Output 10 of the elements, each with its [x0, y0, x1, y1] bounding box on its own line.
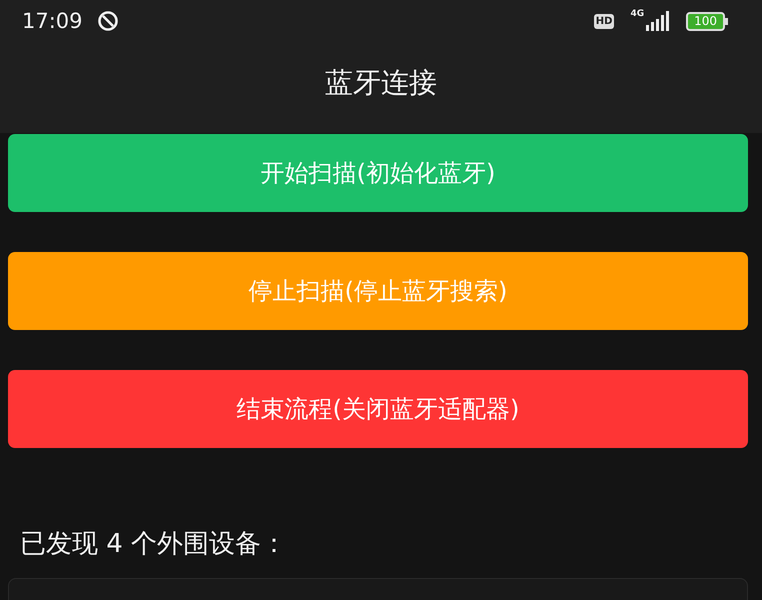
action-button[interactable]: 开始扫描(初始化蓝牙) [8, 134, 748, 212]
action-button[interactable]: 停止扫描(停止蓝牙搜索) [8, 252, 748, 330]
page-title: 蓝牙连接 [325, 65, 437, 101]
battery-level: 100 [686, 12, 725, 30]
clock-time: 17:09 [22, 9, 83, 33]
devices-heading: 已发现 4 个外围设备： [20, 528, 288, 561]
hd-badge: HD [594, 14, 614, 28]
action-button[interactable]: 结束流程(关闭蓝牙适配器) [8, 370, 748, 448]
network-type: 4G [630, 9, 644, 19]
circle-slash-icon [96, 10, 119, 32]
